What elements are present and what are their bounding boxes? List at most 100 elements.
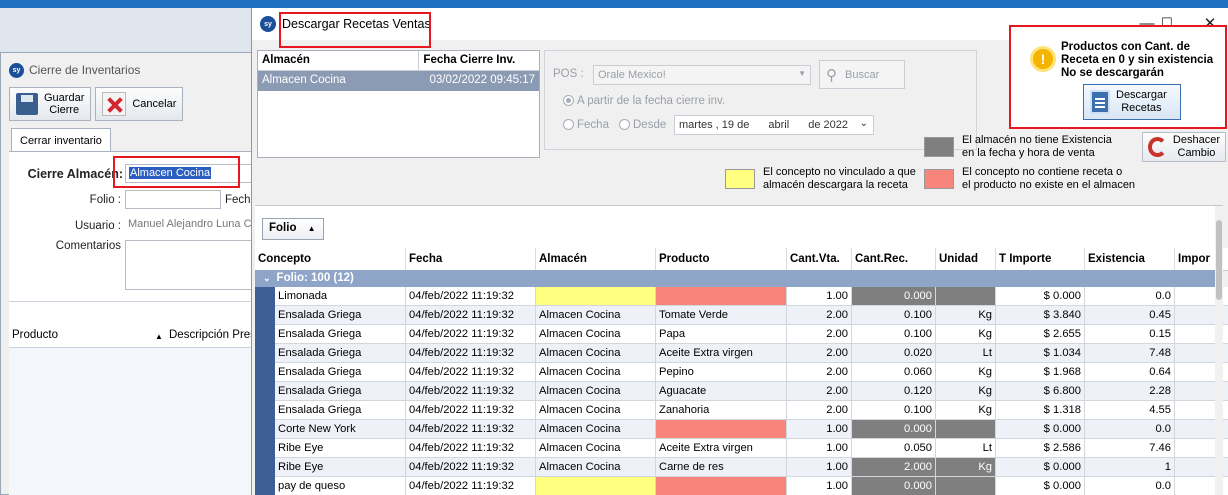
cell-concepto[interactable]: Corte New York (275, 420, 406, 439)
table-row[interactable]: Ensalada Griega 04/feb/2022 11:19:32 Almac… (255, 382, 1228, 401)
cell-producto[interactable]: Aceite Extra virgen (656, 344, 787, 363)
cell-unidad[interactable]: Kg (936, 458, 996, 477)
cell-fecha[interactable]: 04/feb/2022 11:19:32 (406, 287, 536, 306)
cell-cant-vta[interactable]: 2.00 (787, 363, 852, 382)
cell-almacen[interactable]: Almacen Cocina (536, 401, 656, 420)
table-row[interactable]: Corte New York 04/feb/2022 11:19:32 Almace… (255, 420, 1228, 439)
cell-producto[interactable]: Tomate Verde (656, 306, 787, 325)
cell-cant-rec[interactable]: 0.060 (852, 363, 936, 382)
cell-importe[interactable]: $ 0.000 (996, 420, 1085, 439)
cell-importe[interactable]: $ 1.034 (996, 344, 1085, 363)
cell-importe[interactable]: $ 3.840 (996, 306, 1085, 325)
cell-fecha[interactable]: 04/feb/2022 11:19:32 (406, 325, 536, 344)
cell-producto[interactable]: Zanahoria (656, 401, 787, 420)
cell-importe[interactable]: $ 0.000 (996, 477, 1085, 495)
cell-concepto[interactable]: Ensalada Griega (275, 382, 406, 401)
cell-cant-vta[interactable]: 2.00 (787, 325, 852, 344)
col-header-unidad[interactable]: Unidad (936, 248, 996, 270)
cell-concepto[interactable]: Ensalada Griega (275, 344, 406, 363)
cell-importe[interactable]: $ 0.000 (996, 458, 1085, 477)
cell-existencia[interactable]: 7.48 (1085, 344, 1175, 363)
col-descripcion[interactable]: Descripción Pres (169, 329, 256, 341)
cell-existencia[interactable]: 1 (1085, 458, 1175, 477)
cell-cant-vta[interactable]: 1.00 (787, 458, 852, 477)
group-row-folio[interactable]: ⌄ Folio: 100 (12) (255, 270, 1217, 287)
cell-concepto[interactable]: Ensalada Griega (275, 363, 406, 382)
cell-unidad[interactable]: Kg (936, 382, 996, 401)
pos-select[interactable]: Orale Mexico! ▼ (593, 65, 811, 85)
scrollbar-thumb[interactable] (1216, 220, 1222, 300)
col-producto[interactable]: Producto (9, 329, 155, 341)
table-row[interactable]: pay de queso 04/feb/2022 11:19:32 1.00 0.00… (255, 477, 1228, 495)
cell-cant-rec[interactable]: 0.120 (852, 382, 936, 401)
col-header-cant-vta[interactable]: Cant.Vta. (787, 248, 852, 270)
cell-fecha[interactable]: 04/feb/2022 11:19:32 (406, 363, 536, 382)
cell-almacen[interactable] (536, 477, 656, 495)
cell-cant-rec[interactable]: 0.100 (852, 325, 936, 344)
cell-existencia[interactable]: 0.0 (1085, 287, 1175, 306)
cell-producto[interactable] (656, 420, 787, 439)
col-header-producto[interactable]: Producto (656, 248, 787, 270)
cell-producto[interactable]: Aceite Extra virgen (656, 439, 787, 458)
cell-cant-vta[interactable]: 2.00 (787, 382, 852, 401)
cell-unidad[interactable] (936, 420, 996, 439)
cell-producto[interactable]: Aguacate (656, 382, 787, 401)
cell-cant-rec[interactable]: 0.000 (852, 287, 936, 306)
cell-fecha[interactable]: 04/feb/2022 11:19:32 (406, 401, 536, 420)
cell-producto[interactable]: Pepino (656, 363, 787, 382)
cell-existencia[interactable]: 7.46 (1085, 439, 1175, 458)
cell-cant-rec[interactable]: 0.100 (852, 401, 936, 420)
option-fecha-cierre[interactable]: A partir de la fecha cierre inv. (563, 95, 725, 107)
cell-cant-rec[interactable]: 0.000 (852, 420, 936, 439)
cell-almacen[interactable] (536, 287, 656, 306)
folio-field[interactable] (125, 190, 221, 209)
group-by-folio-button[interactable]: Folio ▲ (262, 218, 324, 240)
cell-unidad[interactable]: Kg (936, 325, 996, 344)
cell-concepto[interactable]: Limonada (275, 287, 406, 306)
cell-importe[interactable]: $ 0.000 (996, 287, 1085, 306)
cell-producto[interactable] (656, 287, 787, 306)
cancelar-button[interactable]: Cancelar (95, 87, 184, 121)
cell-unidad[interactable]: Kg (936, 306, 996, 325)
cell-importe[interactable]: $ 2.655 (996, 325, 1085, 344)
cell-producto[interactable] (656, 477, 787, 495)
cell-unidad[interactable]: Kg (936, 401, 996, 420)
cell-unidad[interactable] (936, 477, 996, 495)
cell-cant-vta[interactable]: 2.00 (787, 306, 852, 325)
cell-almacen[interactable]: Almacen Cocina (536, 306, 656, 325)
cell-concepto[interactable]: Ribe Eye (275, 439, 406, 458)
vertical-scrollbar[interactable] (1215, 206, 1223, 495)
cell-cant-vta[interactable]: 1.00 (787, 477, 852, 495)
cell-almacen[interactable]: Almacen Cocina (536, 344, 656, 363)
cell-existencia[interactable]: 0.64 (1085, 363, 1175, 382)
cell-cant-rec[interactable]: 0.020 (852, 344, 936, 363)
cell-concepto[interactable]: Ensalada Griega (275, 401, 406, 420)
cell-almacen[interactable]: Almacen Cocina (536, 363, 656, 382)
cell-producto[interactable]: Papa (656, 325, 787, 344)
cell-importe[interactable]: $ 1.968 (996, 363, 1085, 382)
cell-cant-vta[interactable]: 2.00 (787, 344, 852, 363)
col-header-concepto[interactable]: Concepto (255, 248, 406, 270)
cell-existencia[interactable]: 0.45 (1085, 306, 1175, 325)
table-row[interactable]: Ensalada Griega 04/feb/2022 11:19:32 Almac… (255, 363, 1228, 382)
date-picker[interactable]: martes , 19 de abril de 2022 ⌄ (674, 115, 874, 135)
cell-unidad[interactable]: Lt (936, 439, 996, 458)
cell-concepto[interactable]: Ensalada Griega (275, 306, 406, 325)
cell-existencia[interactable]: 2.28 (1085, 382, 1175, 401)
cell-fecha[interactable]: 04/feb/2022 11:19:32 (406, 344, 536, 363)
cell-importe[interactable]: $ 2.586 (996, 439, 1085, 458)
table-row[interactable]: Limonada 04/feb/2022 11:19:32 1.00 0.000 $ 0… (255, 287, 1228, 306)
table-row[interactable]: Ribe Eye 04/feb/2022 11:19:32 Almacen Coci… (255, 458, 1228, 477)
cell-concepto[interactable]: Ensalada Griega (275, 325, 406, 344)
table-row[interactable]: Ensalada Griega 04/feb/2022 11:19:32 Almac… (255, 401, 1228, 420)
cell-cant-rec[interactable]: 0.050 (852, 439, 936, 458)
cell-importe[interactable]: $ 6.800 (996, 382, 1085, 401)
cell-existencia[interactable]: 0.15 (1085, 325, 1175, 344)
cell-fecha[interactable]: 04/feb/2022 11:19:32 (406, 382, 536, 401)
cell-unidad[interactable] (936, 287, 996, 306)
cell-fecha[interactable]: 04/feb/2022 11:19:32 (406, 439, 536, 458)
cell-fecha[interactable]: 04/feb/2022 11:19:32 (406, 477, 536, 495)
cell-existencia[interactable]: 0.0 (1085, 477, 1175, 495)
cell-cant-rec[interactable]: 0.100 (852, 306, 936, 325)
cell-fecha[interactable]: 04/feb/2022 11:19:32 (406, 420, 536, 439)
